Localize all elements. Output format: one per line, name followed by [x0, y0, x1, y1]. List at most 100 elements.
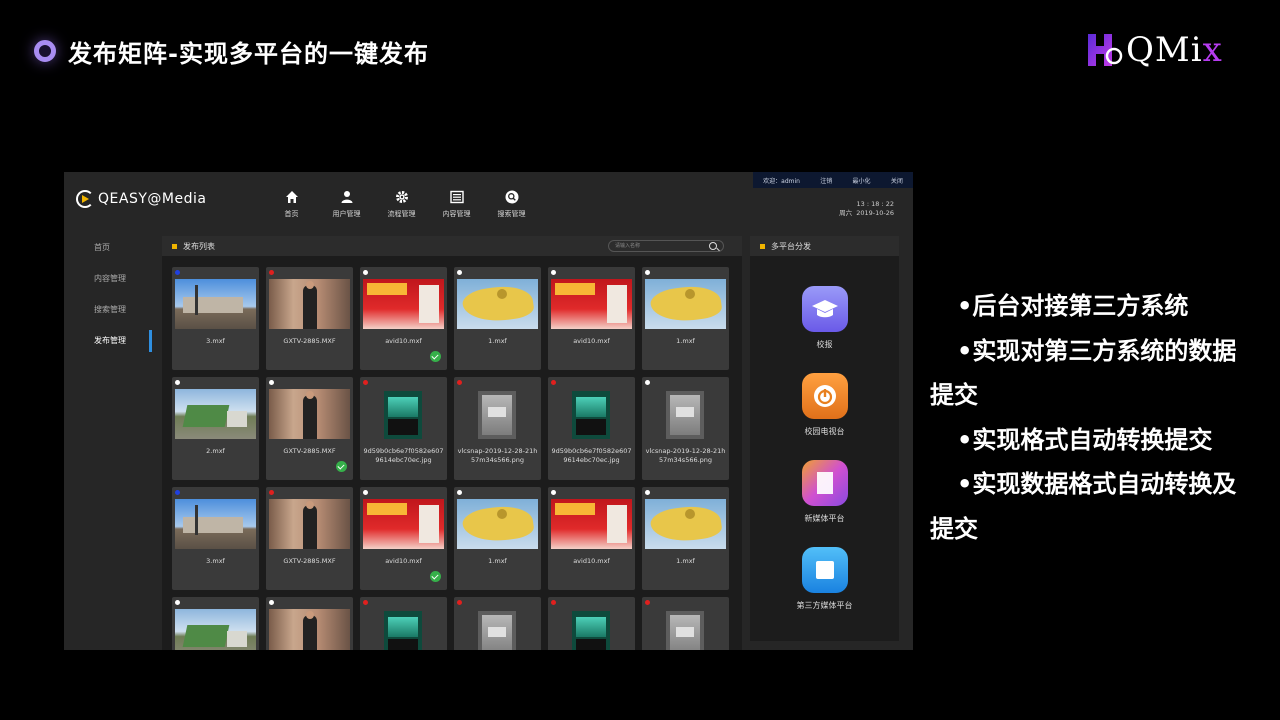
media-card[interactable]: 2.mxf	[172, 377, 259, 480]
media-filename: avid10.mxf	[573, 557, 610, 565]
status-dot-icon	[363, 270, 368, 275]
status-dot-icon	[645, 490, 650, 495]
media-filename: 1.mxf	[488, 557, 507, 565]
status-dot-icon	[645, 270, 650, 275]
media-card[interactable]: vlcsnap-2019-12-28-21h57m34s566.png	[642, 377, 729, 480]
media-card[interactable]	[172, 597, 259, 650]
media-filename: 1.mxf	[488, 337, 507, 345]
nav-search[interactable]: 搜索管理	[484, 190, 539, 219]
bullet-item: •实现数据格式自动转换及提交	[930, 470, 1237, 543]
media-thumbnail	[457, 279, 538, 329]
media-card[interactable]	[548, 597, 635, 650]
logo-text: QMix	[1126, 30, 1223, 70]
media-thumbnail	[269, 499, 350, 549]
status-dot-icon	[175, 490, 180, 495]
media-card[interactable]: GXTV-2885.MXF	[266, 267, 353, 370]
check-icon	[430, 351, 441, 362]
media-card[interactable]: vlcsnap-2019-12-28-21h57m34s566.png	[454, 377, 541, 480]
list-icon	[449, 190, 464, 204]
document-icon	[801, 460, 848, 506]
media-card[interactable]: avid10.mxf	[360, 487, 447, 590]
media-card[interactable]: 3.mxf	[172, 487, 259, 590]
media-filename: 1.mxf	[676, 557, 695, 565]
media-card[interactable]: avid10.mxf	[360, 267, 447, 370]
sidebar-item-home[interactable]: 首页	[64, 236, 156, 267]
status-dot-icon	[645, 600, 650, 605]
media-filename: GXTV-2885.MXF	[283, 557, 336, 565]
check-icon	[430, 571, 441, 582]
status-dot-icon	[645, 380, 650, 385]
media-card[interactable]: 1.mxf	[454, 487, 541, 590]
media-app-window: 欢迎：admin 注销 最小化 关闭 QEASY@Media 首页 用户管理 流…	[64, 172, 913, 650]
status-dot-icon	[457, 380, 462, 385]
graduation-cap-icon	[801, 286, 848, 332]
media-thumbnail	[572, 391, 610, 439]
search-icon	[505, 190, 518, 204]
media-thumbnail	[645, 499, 726, 549]
media-thumbnail	[645, 279, 726, 329]
media-card[interactable]	[360, 597, 447, 650]
media-card[interactable]: 3.mxf	[172, 267, 259, 370]
status-dot-icon	[457, 600, 462, 605]
media-thumbnail	[551, 499, 632, 549]
media-card[interactable]	[266, 597, 353, 650]
sidebar-item-content[interactable]: 内容管理	[64, 267, 156, 298]
status-dot-icon	[269, 270, 274, 275]
status-dot-icon	[551, 270, 556, 275]
media-filename: 9d59b0cb6e7f0582e6079614ebc70ec.jpg	[363, 447, 444, 464]
status-dot-icon	[457, 490, 462, 495]
media-filename: 9d59b0cb6e7f0582e6079614ebc70ec.jpg	[551, 447, 632, 464]
sidebar-item-publish[interactable]: 发布管理	[64, 329, 156, 360]
media-thumbnail	[363, 279, 444, 329]
status-dot-icon	[363, 490, 368, 495]
gear-icon	[395, 191, 408, 203]
nav-users[interactable]: 用户管理	[319, 190, 374, 219]
platform-title: 多平台分发	[771, 241, 811, 251]
media-card[interactable]: avid10.mxf	[548, 267, 635, 370]
media-thumbnail	[551, 279, 632, 329]
publish-list-panel: 发布列表 请输入名称 3.mxf GXTV-2885.MXF avid10.mxf 1…	[162, 236, 742, 650]
publish-list-header: 发布列表 请输入名称	[162, 236, 742, 256]
media-card[interactable]	[642, 597, 729, 650]
bullet-item: •后台对接第三方系统	[957, 292, 1189, 320]
platform-new-media[interactable]: 新媒体平台	[750, 460, 899, 524]
status-dot-icon	[551, 600, 556, 605]
status-dot-icon	[363, 600, 368, 605]
nav-home[interactable]: 首页	[264, 190, 319, 219]
sidebar-item-search[interactable]: 搜索管理	[64, 298, 156, 329]
media-card[interactable]: 1.mxf	[642, 487, 729, 590]
platform-third-party[interactable]: 第三方媒体平台	[750, 547, 899, 611]
media-card[interactable]: 9d59b0cb6e7f0582e6079614ebc70ec.jpg	[548, 377, 635, 480]
status-dot-icon	[269, 380, 274, 385]
media-card[interactable]: 1.mxf	[454, 267, 541, 370]
search-input[interactable]: 请输入名称	[608, 240, 724, 252]
bullet-item: •实现格式自动转换提交	[957, 425, 1213, 454]
platform-campus-tv[interactable]: 校园电视台	[750, 373, 899, 437]
platform-school-paper[interactable]: 校报	[750, 286, 899, 350]
media-thumbnail	[384, 611, 422, 650]
media-card[interactable]	[454, 597, 541, 650]
publish-list-title: 发布列表	[183, 241, 215, 251]
nav-workflow[interactable]: 流程管理	[374, 190, 429, 219]
media-filename: avid10.mxf	[573, 337, 610, 345]
media-thumbnail	[572, 611, 610, 650]
media-thumbnail	[384, 391, 422, 439]
media-card[interactable]: 9d59b0cb6e7f0582e6079614ebc70ec.jpg	[360, 377, 447, 480]
media-card[interactable]: 1.mxf	[642, 267, 729, 370]
search-icon[interactable]	[709, 242, 717, 250]
status-dot-icon	[175, 270, 180, 275]
media-card[interactable]: GXTV-2885.MXF	[266, 377, 353, 480]
main-nav: 首页 用户管理 流程管理 内容管理 搜索管理	[264, 190, 539, 219]
media-thumbnail	[666, 391, 704, 439]
media-filename: 3.mxf	[206, 337, 225, 345]
media-thumbnail	[478, 611, 516, 650]
qmix-logo: QMix	[1084, 28, 1244, 72]
media-card[interactable]: avid10.mxf	[548, 487, 635, 590]
home-icon	[285, 191, 298, 203]
media-card[interactable]: GXTV-2885.MXF	[266, 487, 353, 590]
feature-bullets: •后台对接第三方系统 •实现对第三方系统的数据提交 •实现格式自动转换提交 •实…	[930, 284, 1250, 551]
nav-content[interactable]: 内容管理	[429, 190, 484, 219]
status-dot-icon	[269, 600, 274, 605]
status-dot-icon	[551, 380, 556, 385]
status-dot-icon	[269, 490, 274, 495]
